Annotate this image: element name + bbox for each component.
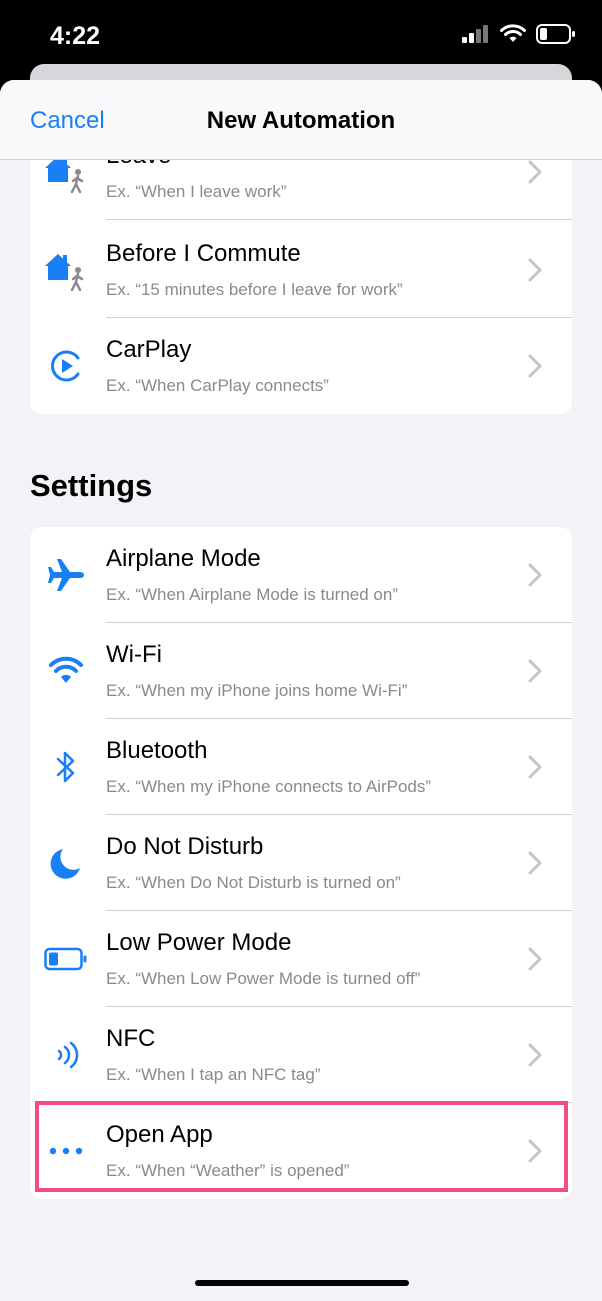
row-title: Do Not Disturb (106, 833, 264, 860)
row-subtitle: Ex. “When my iPhone connects to AirPods” (106, 777, 432, 796)
row-subtitle: Ex. “When Low Power Mode is turned off” (106, 969, 421, 988)
battery-icon (40, 933, 92, 985)
battery-status-icon (536, 24, 575, 44)
row-title: Open App (106, 1121, 213, 1148)
settings-group: Airplane Mode Ex. “When Airplane Mode is… (30, 527, 572, 1199)
carplay-icon (40, 340, 92, 392)
list-item-bluetooth[interactable]: Bluetooth Ex. “When my iPhone connects t… (30, 719, 572, 815)
navigation-bar: New Automation Cancel (0, 80, 602, 160)
chevron-right-icon (528, 1139, 542, 1163)
wifi-icon (40, 645, 92, 697)
row-title: Low Power Mode (106, 929, 292, 956)
chevron-right-icon (528, 563, 542, 587)
list-item-open-app[interactable]: Open App Ex. “When “Weather” is opened” (30, 1103, 572, 1199)
row-separator (106, 219, 572, 220)
row-subtitle: Ex. “When my iPhone joins home Wi-Fi” (106, 681, 408, 700)
wifi-status-icon (500, 24, 526, 42)
scroll-content[interactable]: Leave Ex. “When I leave work” Before I C… (0, 80, 602, 1301)
row-title: Airplane Mode (106, 545, 261, 572)
ellipsis-icon (40, 1125, 92, 1177)
nfc-icon (40, 1029, 92, 1081)
cellular-signal-icon (462, 25, 488, 43)
chevron-right-icon (528, 947, 542, 971)
chevron-right-icon (528, 1043, 542, 1067)
home-indicator[interactable] (195, 1280, 409, 1286)
list-item-wifi[interactable]: Wi-Fi Ex. “When my iPhone joins home Wi-… (30, 623, 572, 719)
list-item-carplay[interactable]: CarPlay Ex. “When CarPlay connects” (30, 318, 572, 414)
automation-sheet: Leave Ex. “When I leave work” Before I C… (0, 80, 602, 1301)
row-title: NFC (106, 1025, 156, 1052)
travel-group: Leave Ex. “When I leave work” Before I C… (30, 124, 572, 414)
list-item-airplane-mode[interactable]: Airplane Mode Ex. “When Airplane Mode is… (30, 527, 572, 623)
status-icons (462, 24, 576, 44)
list-item-low-power-mode[interactable]: Low Power Mode Ex. “When Low Power Mode … (30, 911, 572, 1007)
row-title: Before I Commute (106, 240, 301, 267)
list-item-do-not-disturb[interactable]: Do Not Disturb Ex. “When Do Not Disturb … (30, 815, 572, 911)
row-subtitle: Ex. “When I tap an NFC tag” (106, 1065, 321, 1084)
row-subtitle: Ex. “When CarPlay connects” (106, 376, 329, 395)
list-item-nfc[interactable]: NFC Ex. “When I tap an NFC tag” (30, 1007, 572, 1103)
chevron-right-icon (528, 354, 542, 378)
row-subtitle: Ex. “15 minutes before I leave for work” (106, 280, 403, 299)
chevron-right-icon (528, 160, 542, 184)
list-item-before-commute[interactable]: Before I Commute Ex. “15 minutes before … (30, 222, 572, 318)
home-leave-icon (40, 244, 92, 296)
chevron-right-icon (528, 258, 542, 282)
status-time: 4:22 (50, 22, 101, 50)
row-subtitle: Ex. “When Do Not Disturb is turned on” (106, 873, 401, 892)
row-subtitle: Ex. “When I leave work” (106, 182, 287, 201)
row-title: Bluetooth (106, 737, 208, 764)
section-title-settings: Settings (30, 468, 153, 503)
chevron-right-icon (528, 659, 542, 683)
chevron-right-icon (528, 851, 542, 875)
cancel-button[interactable]: Cancel (30, 107, 105, 135)
row-subtitle: Ex. “When “Weather” is opened” (106, 1161, 350, 1180)
row-title: Wi-Fi (106, 641, 162, 668)
moon-icon (40, 837, 92, 889)
row-title: CarPlay (106, 336, 192, 363)
row-subtitle: Ex. “When Airplane Mode is turned on” (106, 585, 398, 604)
chevron-right-icon (528, 755, 542, 779)
bluetooth-icon (40, 741, 92, 793)
airplane-icon (40, 549, 92, 601)
